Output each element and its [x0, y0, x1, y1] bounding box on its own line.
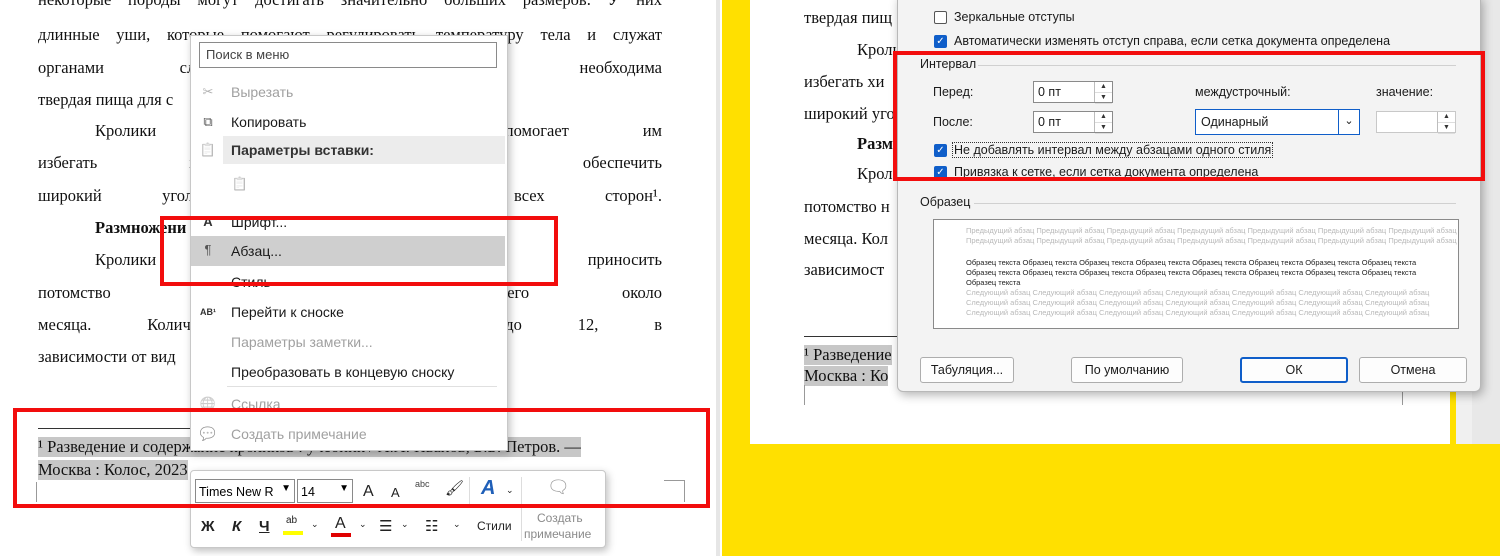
goto-footnote-icon: AB¹ [200, 307, 216, 317]
mirror-indents-checkbox[interactable] [934, 11, 947, 24]
preview-box: Предыдущий абзац Предыдущий абзац Предыд… [933, 219, 1459, 329]
new-comment-label-1: Создать [537, 511, 583, 525]
styles-button[interactable]: Стили [477, 519, 512, 533]
preview-prev-text-2: Предыдущий абзац Предыдущий абзац Предыд… [966, 236, 1457, 245]
set-default-button[interactable]: По умолчанию [1071, 357, 1183, 383]
preview-next-text-3: Следующий абзац Следующий абзац Следующи… [966, 308, 1430, 317]
right-doc-line: Крол [857, 164, 893, 183]
menu-item-note-options[interactable]: Параметры заметки... [191, 328, 505, 356]
chevron-down-icon[interactable]: ⌄ [401, 519, 409, 530]
preview-prev-text: Предыдущий абзац Предыдущий абзац Предыд… [966, 226, 1457, 235]
font-color-button[interactable]: A [331, 515, 353, 539]
paste-icon: 📋 [199, 142, 217, 157]
auto-adjust-checkbox[interactable]: ✓ [934, 35, 947, 48]
menu-item-label: Параметры вставки: [231, 142, 374, 158]
new-comment-label-2: примечание [524, 527, 592, 541]
preview-next-text-2: Следующий абзац Следующий абзац Следующи… [966, 298, 1430, 307]
right-doc-line: избегать хи [804, 72, 885, 91]
preview-sample-text: Образец текста Образец текста Образец те… [966, 258, 1417, 267]
copy-icon: ⧉ [203, 114, 213, 129]
highlight-color-bar [283, 531, 303, 535]
preview-group-title: Образец [920, 195, 971, 209]
right-doc-line: широкий уго [804, 104, 895, 123]
preview-sample-text-3: Образец текста [966, 278, 1021, 287]
auto-adjust-label: Автоматически изменять отступ справа, ес… [954, 34, 1391, 48]
menu-item-label: Вырезать [231, 84, 294, 100]
menu-paste-keep-text[interactable]: 📋 [191, 170, 505, 200]
menu-search-placeholder: Поиск в меню [206, 47, 290, 62]
cancel-button[interactable]: Отмена [1359, 357, 1467, 383]
right-doc-line: твердая пищ [804, 8, 893, 27]
underline-button[interactable]: Ч [259, 518, 270, 535]
highlight-box-footnote [13, 408, 710, 508]
menu-search-input[interactable]: Поиск в меню [199, 42, 497, 68]
menu-item-convert-endnote[interactable]: Преобразовать в концевую сноску [191, 358, 505, 386]
menu-item-goto-footnote[interactable]: AB¹ Перейти к сноске [191, 298, 505, 326]
scissors-icon: ✂ [202, 84, 214, 99]
menu-item-label: Перейти к сноске [231, 304, 344, 320]
mirror-indents-label: Зеркальные отступы [954, 10, 1075, 24]
menu-separator [227, 386, 497, 387]
chevron-down-icon[interactable]: ⌄ [311, 519, 319, 530]
right-doc-line: месяца. Кол [804, 229, 888, 248]
doc-line-4: твердая пища для с [38, 90, 174, 109]
paste-option-icon[interactable]: 📋 [231, 175, 249, 193]
page-right-edge [716, 0, 720, 556]
tabs-button[interactable]: Табуляция... [920, 357, 1014, 383]
font-color-bar [331, 533, 351, 537]
font-color-icon: A [335, 515, 346, 532]
italic-button[interactable]: К [232, 518, 241, 535]
bold-button[interactable]: Ж [201, 518, 215, 535]
highlight-color-button[interactable]: ab [283, 515, 305, 539]
menu-paste-options-header: 📋 Параметры вставки: [191, 136, 505, 164]
menu-item-label: Копировать [231, 114, 307, 130]
right-footnote-line-1: ¹ Разведение [804, 345, 892, 365]
menu-item-label: Параметры заметки... [231, 334, 373, 350]
bullets-icon[interactable]: ☰ [379, 517, 392, 535]
preview-next-text: Следующий абзац Следующий абзац Следующи… [966, 288, 1430, 297]
preview-sample-text-2: Образец текста Образец текста Образец те… [966, 268, 1417, 277]
highlighter-icon: ab [286, 515, 298, 526]
menu-item-label: Преобразовать в концевую сноску [231, 364, 455, 380]
right-doc-line: Разм [857, 134, 893, 153]
preview-group-line [974, 203, 1456, 204]
doc-line-1: некоторые породы могут достигать значите… [38, 0, 662, 10]
right-corner-mark [804, 385, 805, 405]
menu-item-cut[interactable]: ✂ Вырезать [191, 78, 505, 106]
menu-item-copy[interactable]: ⧉ Копировать [191, 108, 505, 136]
right-footnote-line-2: Москва : Ко [804, 366, 889, 386]
chevron-down-icon[interactable]: ⌄ [359, 519, 367, 530]
doc-line-12: зависимости от вид [38, 347, 176, 366]
right-doc-line: потомство н [804, 197, 890, 216]
numbering-icon[interactable]: ☷ [425, 517, 438, 535]
ok-button[interactable]: ОК [1240, 357, 1348, 383]
right-doc-line: зависимост [804, 260, 885, 279]
highlight-box-spacing [893, 51, 1485, 181]
chevron-down-icon[interactable]: ⌄ [453, 519, 461, 530]
highlight-box-paragraph [160, 216, 558, 286]
